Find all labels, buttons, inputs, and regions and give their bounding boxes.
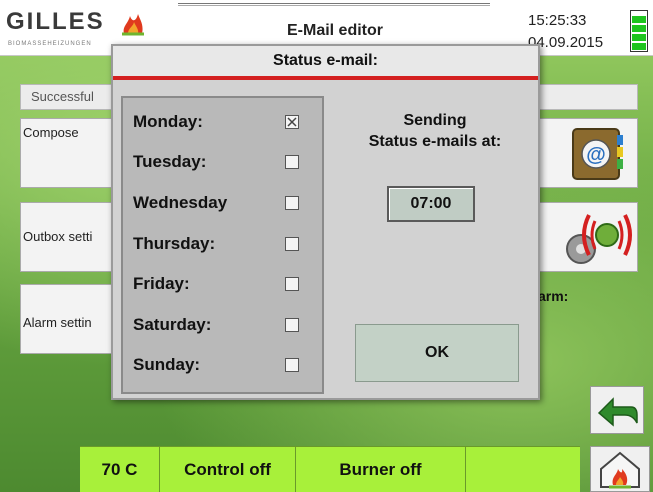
- friday-checkbox[interactable]: [285, 277, 299, 291]
- weekday-panel: Monday: Tuesday: Wednesday Thursday: Fri…: [121, 96, 324, 394]
- page-title: E-Mail editor: [286, 22, 383, 39]
- status-email-dialog: Status e-mail: Monday: Tuesday: Wednesda…: [111, 44, 540, 400]
- signal-settings-button[interactable]: n: [528, 202, 638, 272]
- day-row-tuesday[interactable]: Tuesday:: [133, 148, 313, 176]
- day-row-thursday[interactable]: Thursday:: [133, 230, 313, 258]
- day-label: Saturday:: [133, 315, 212, 334]
- address-book-icon: @: [572, 128, 623, 180]
- tuesday-checkbox[interactable]: [285, 155, 299, 169]
- thursday-checkbox[interactable]: [285, 237, 299, 251]
- day-row-sunday[interactable]: Sunday:: [133, 351, 313, 379]
- control-status: Control off: [160, 447, 296, 492]
- home-flame-icon: [600, 451, 640, 489]
- address-book-button[interactable]: @: [528, 118, 638, 188]
- day-label: Thursday:: [133, 234, 216, 253]
- checkmark-x-icon: [287, 117, 297, 127]
- day-row-wednesday[interactable]: Wednesday: [133, 189, 313, 217]
- dialog-title: Status e-mail:: [113, 46, 538, 80]
- battery-segment: [632, 43, 646, 50]
- day-label: Tuesday:: [133, 152, 207, 171]
- header-divider: [178, 3, 490, 6]
- outbox-settings-label: Outbox setti: [23, 229, 93, 244]
- day-label: Sunday:: [133, 355, 201, 374]
- day-label: Wednesday: [133, 193, 228, 212]
- day-row-monday[interactable]: Monday:: [133, 108, 313, 136]
- burner-status: Burner off: [296, 447, 466, 492]
- sunday-checkbox[interactable]: [285, 358, 299, 372]
- sending-time-label: Sending Status e-mails at:: [335, 110, 535, 152]
- day-label: Monday:: [133, 112, 203, 131]
- signal-gear-icon: [566, 214, 632, 264]
- day-row-friday[interactable]: Friday:: [133, 270, 313, 298]
- ok-button[interactable]: OK: [355, 324, 519, 382]
- svg-text:@: @: [586, 144, 606, 166]
- back-button[interactable]: [590, 386, 644, 434]
- day-label: Friday:: [133, 274, 190, 293]
- alarm-label: arm:: [538, 288, 569, 304]
- sending-label-line2: Status e-mails at:: [368, 133, 502, 150]
- bottom-status-bar: 70 C Control off Burner off: [80, 446, 580, 492]
- flame-logo-icon: [122, 14, 144, 36]
- monday-checkbox[interactable]: [285, 115, 299, 129]
- battery-segment: [632, 25, 646, 32]
- saturday-checkbox[interactable]: [285, 318, 299, 332]
- battery-icon: [630, 10, 648, 52]
- back-arrow-icon: [597, 397, 638, 427]
- temperature-readout: 70 C: [80, 447, 160, 492]
- brand-subtitle: BIOMASSEHEIZUNGEN: [8, 41, 92, 47]
- compose-button-label: Compose: [23, 125, 79, 140]
- wednesday-checkbox[interactable]: [285, 196, 299, 210]
- alarm-settings-label: Alarm settin: [23, 315, 92, 330]
- sending-label-line1: Sending: [403, 112, 467, 129]
- clock-time: 15:25:33: [528, 12, 587, 29]
- sending-time-field[interactable]: 07:00: [387, 186, 475, 222]
- battery-segment: [632, 16, 646, 23]
- day-row-saturday[interactable]: Saturday:: [133, 311, 313, 339]
- bottom-empty-cell: [466, 447, 580, 492]
- brand-logo: GILLES: [6, 8, 105, 35]
- home-button[interactable]: [590, 446, 650, 492]
- battery-segment: [632, 34, 646, 41]
